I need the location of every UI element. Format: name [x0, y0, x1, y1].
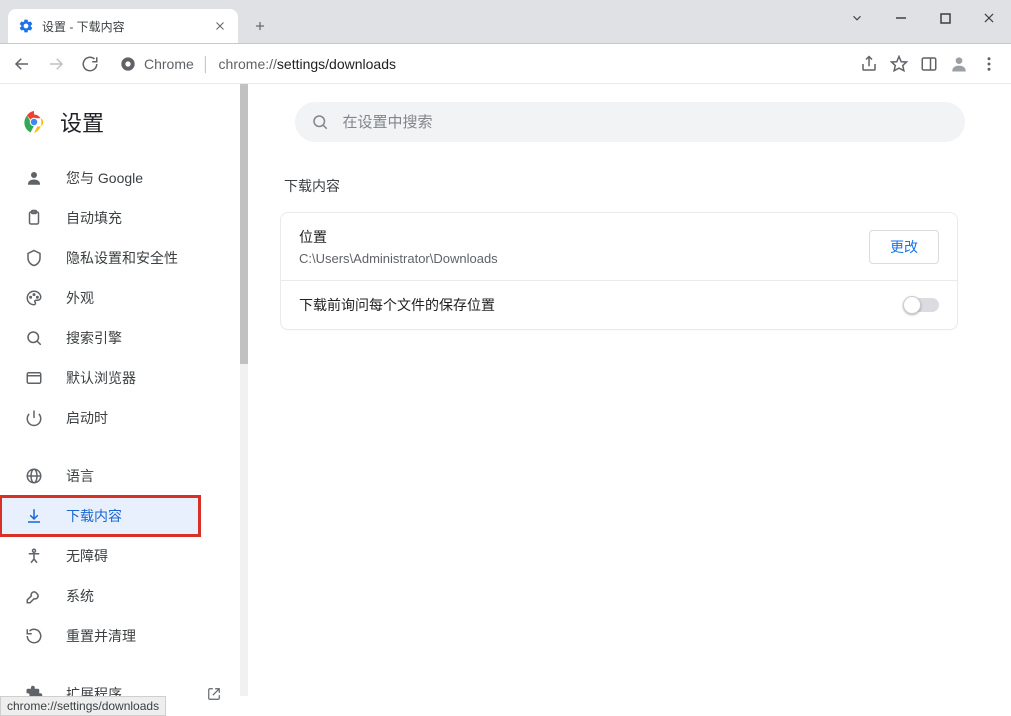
share-icon[interactable]: [855, 50, 883, 78]
change-location-button[interactable]: 更改: [869, 230, 939, 264]
sidebar-item-label: 您与 Google: [66, 168, 143, 188]
power-icon: [24, 408, 44, 428]
browser-toolbar: Chrome │ chrome://settings/downloads: [0, 44, 1011, 84]
settings-search-input[interactable]: [343, 114, 949, 131]
tab-title: 设置 - 下载内容: [42, 18, 204, 35]
sidebar-item-label: 重置并清理: [66, 626, 136, 646]
settings-header: 设置: [0, 94, 240, 158]
sidebar-item-appearance[interactable]: 外观: [0, 278, 240, 318]
side-panel-icon[interactable]: [915, 50, 943, 78]
sidebar-item-label: 外观: [66, 288, 94, 308]
download-location-row: 位置 C:\Users\Administrator\Downloads 更改: [281, 213, 957, 280]
download-icon: [24, 506, 44, 526]
status-bar: chrome://settings/downloads: [0, 696, 166, 716]
sidebar-item-label: 默认浏览器: [66, 368, 136, 388]
section-title: 下载内容: [284, 176, 979, 196]
origin-label: Chrome: [144, 56, 194, 72]
sidebar-item-label: 下载内容: [66, 506, 122, 526]
settings-content: 下载内容 位置 C:\Users\Administrator\Downloads…: [248, 84, 1011, 696]
globe-icon: [24, 466, 44, 486]
person-icon: [24, 168, 44, 188]
sidebar-item-reset[interactable]: 重置并清理: [0, 616, 240, 656]
sidebar-item-label: 隐私设置和安全性: [66, 248, 178, 268]
new-tab-button[interactable]: [246, 12, 274, 40]
sidebar-item-system[interactable]: 系统: [0, 576, 240, 616]
chrome-logo-icon: [120, 56, 136, 72]
sidebar-item-privacy[interactable]: 隐私设置和安全性: [0, 238, 240, 278]
sidebar-item-on-startup[interactable]: 启动时: [0, 398, 240, 438]
sidebar-item-downloads[interactable]: 下载内容: [0, 496, 200, 536]
sidebar-item-languages[interactable]: 语言: [0, 456, 240, 496]
sidebar-item-label: 系统: [66, 586, 94, 606]
browser-tab[interactable]: 设置 - 下载内容: [8, 9, 238, 43]
profile-avatar-icon[interactable]: [945, 50, 973, 78]
ask-before-download-toggle[interactable]: [905, 298, 939, 312]
omnibox-separator: │: [202, 56, 211, 72]
ask-before-download-row: 下载前询问每个文件的保存位置: [281, 280, 957, 329]
forward-button[interactable]: [42, 50, 70, 78]
status-bar-text: chrome://settings/downloads: [7, 699, 159, 713]
sidebar-item-autofill[interactable]: 自动填充: [0, 198, 240, 238]
wrench-icon: [24, 586, 44, 606]
shield-icon: [24, 248, 44, 268]
sidebar-item-label: 语言: [66, 466, 94, 486]
reload-button[interactable]: [76, 50, 104, 78]
back-button[interactable]: [8, 50, 36, 78]
url-display: chrome://settings/downloads: [219, 56, 396, 72]
sidebar-item-label: 无障碍: [66, 546, 108, 566]
address-bar[interactable]: Chrome │ chrome://settings/downloads: [110, 49, 849, 79]
toggle-knob: [903, 296, 921, 314]
ask-before-download-label: 下载前询问每个文件的保存位置: [299, 295, 905, 315]
location-path: C:\Users\Administrator\Downloads: [299, 251, 869, 266]
window-controls: [835, 0, 1011, 43]
kebab-menu-icon[interactable]: [975, 50, 1003, 78]
close-window-button[interactable]: [967, 4, 1011, 32]
chevron-down-icon[interactable]: [835, 4, 879, 32]
search-icon: [24, 328, 44, 348]
sidebar-scrollbar[interactable]: [240, 84, 248, 696]
minimize-button[interactable]: [879, 4, 923, 32]
palette-icon: [24, 288, 44, 308]
sidebar-item-search-engine[interactable]: 搜索引擎: [0, 318, 240, 358]
sidebar-item-label: 启动时: [66, 408, 108, 428]
browser-window-icon: [24, 368, 44, 388]
tab-close-icon[interactable]: [212, 18, 228, 34]
scrollbar-thumb[interactable]: [240, 84, 248, 364]
settings-gear-icon: [18, 18, 34, 34]
clipboard-icon: [24, 208, 44, 228]
window-titlebar: 设置 - 下载内容: [0, 0, 1011, 44]
open-in-new-icon: [206, 686, 222, 702]
location-label: 位置: [299, 227, 869, 247]
settings-sidebar: 设置 您与 Google 自动填充 隐私设置和安全性 外观: [0, 84, 240, 696]
maximize-button[interactable]: [923, 4, 967, 32]
restore-icon: [24, 626, 44, 646]
chrome-logo-icon: [22, 110, 46, 134]
accessibility-icon: [24, 546, 44, 566]
sidebar-item-accessibility[interactable]: 无障碍: [0, 536, 240, 576]
settings-search-box[interactable]: [295, 102, 965, 142]
downloads-settings-card: 位置 C:\Users\Administrator\Downloads 更改 下…: [280, 212, 958, 330]
bookmark-star-icon[interactable]: [885, 50, 913, 78]
sidebar-item-you-and-google[interactable]: 您与 Google: [0, 158, 240, 198]
search-icon: [311, 113, 329, 131]
sidebar-item-label: 搜索引擎: [66, 328, 122, 348]
sidebar-item-default-browser[interactable]: 默认浏览器: [0, 358, 240, 398]
sidebar-item-label: 自动填充: [66, 208, 122, 228]
settings-title: 设置: [60, 106, 104, 138]
